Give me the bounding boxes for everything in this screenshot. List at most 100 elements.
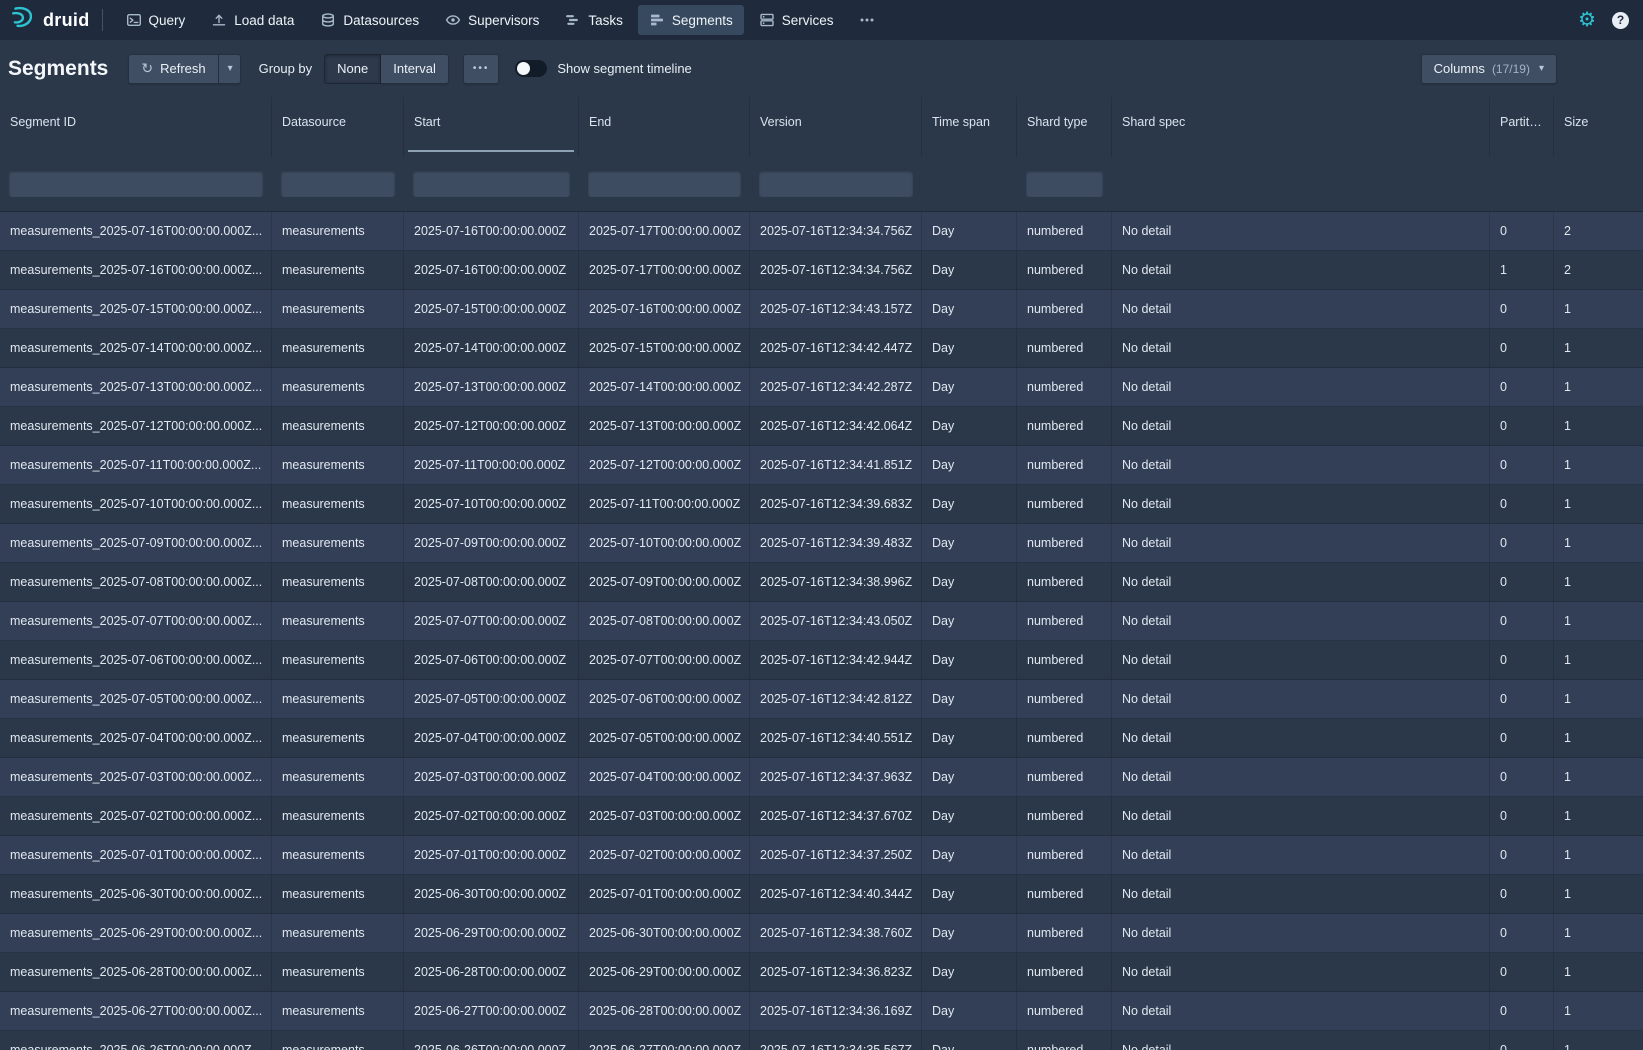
table-row[interactable]: measurements_2025-07-03T00:00:00.000Z...…: [0, 758, 1643, 797]
cell-end: 2025-07-17T00:00:00.000Z: [579, 212, 750, 250]
cell-shard-type: numbered: [1017, 836, 1112, 874]
nav-item-supervisors[interactable]: Supervisors: [434, 5, 550, 35]
filter-input-end[interactable]: [588, 171, 741, 197]
help-icon[interactable]: ?: [1612, 12, 1629, 29]
cell-version: 2025-07-16T12:34:39.683Z: [750, 485, 922, 523]
cell-time-span: Day: [922, 407, 1017, 445]
table-row[interactable]: measurements_2025-06-28T00:00:00.000Z...…: [0, 953, 1643, 992]
column-header-end[interactable]: End: [579, 97, 750, 157]
cell-segment-id: measurements_2025-07-15T00:00:00.000Z...: [0, 290, 272, 328]
table-row[interactable]: measurements_2025-07-02T00:00:00.000Z...…: [0, 797, 1643, 836]
cell-size: 1: [1554, 758, 1643, 796]
chevron-down-icon: ▾: [228, 63, 233, 74]
nav-item-label: Supervisors: [468, 13, 539, 28]
cell-shard-type: numbered: [1017, 290, 1112, 328]
nav-item-load-data[interactable]: Load data: [200, 5, 305, 35]
table-row[interactable]: measurements_2025-06-29T00:00:00.000Z...…: [0, 914, 1643, 953]
cell-shard-type: numbered: [1017, 953, 1112, 991]
druid-console-app: druid Query Load dataDatasources Superviso…: [0, 0, 1643, 1050]
segment-timeline-switch[interactable]: [515, 60, 547, 77]
nav-item-services[interactable]: Services: [748, 5, 845, 35]
column-header-start[interactable]: Start: [404, 97, 579, 157]
table-row[interactable]: measurements_2025-07-15T00:00:00.000Z...…: [0, 290, 1643, 329]
table-row[interactable]: measurements_2025-06-27T00:00:00.000Z...…: [0, 992, 1643, 1031]
druid-logo[interactable]: druid: [10, 5, 90, 35]
cell-start: 2025-07-05T00:00:00.000Z: [404, 680, 579, 718]
table-row[interactable]: measurements_2025-07-05T00:00:00.000Z...…: [0, 680, 1643, 719]
cell-size: 2: [1554, 251, 1643, 289]
filter-cell-time-span: [922, 157, 1017, 211]
nav-item-label: Services: [782, 13, 834, 28]
column-header-shard-type[interactable]: Shard type: [1017, 97, 1112, 157]
filter-cell-start: [404, 157, 579, 211]
table-row[interactable]: measurements_2025-07-04T00:00:00.000Z...…: [0, 719, 1643, 758]
table-row[interactable]: measurements_2025-07-11T00:00:00.000Z...…: [0, 446, 1643, 485]
cell-datasource: measurements: [272, 1031, 404, 1050]
group-by-option-interval[interactable]: Interval: [381, 54, 449, 84]
cell-partition: 0: [1490, 836, 1554, 874]
table-row[interactable]: measurements_2025-07-06T00:00:00.000Z...…: [0, 641, 1643, 680]
nav-item-datasources[interactable]: Datasources: [309, 5, 430, 35]
table-row[interactable]: measurements_2025-07-01T00:00:00.000Z...…: [0, 836, 1643, 875]
cell-time-span: Day: [922, 719, 1017, 757]
cell-start: 2025-06-28T00:00:00.000Z: [404, 953, 579, 991]
filter-input-shard-type[interactable]: [1026, 171, 1103, 197]
column-header-segment-id[interactable]: Segment ID: [0, 97, 272, 157]
column-header-time-span[interactable]: Time span: [922, 97, 1017, 157]
cell-end: 2025-06-28T00:00:00.000Z: [579, 992, 750, 1030]
table-row[interactable]: measurements_2025-07-08T00:00:00.000Z...…: [0, 563, 1643, 602]
filter-input-datasource[interactable]: [281, 171, 395, 197]
tasks-icon: [565, 12, 581, 28]
cell-start: 2025-07-04T00:00:00.000Z: [404, 719, 579, 757]
more-options-button[interactable]: •••: [463, 54, 500, 84]
filter-input-start[interactable]: [413, 171, 570, 197]
table-row[interactable]: measurements_2025-07-12T00:00:00.000Z...…: [0, 407, 1643, 446]
filter-input-version[interactable]: [759, 171, 913, 197]
page-title: Segments: [8, 57, 108, 81]
column-header-version[interactable]: Version: [750, 97, 922, 157]
refresh-button[interactable]: ↻ Refresh: [128, 54, 218, 84]
cell-partition: 0: [1490, 212, 1554, 250]
table-row[interactable]: measurements_2025-07-09T00:00:00.000Z...…: [0, 524, 1643, 563]
table-row[interactable]: measurements_2025-07-10T00:00:00.000Z...…: [0, 485, 1643, 524]
cell-shard-type: numbered: [1017, 602, 1112, 640]
column-header-partition[interactable]: Partition: [1490, 97, 1554, 157]
cell-version: 2025-07-16T12:34:38.760Z: [750, 914, 922, 952]
refresh-dropdown-button[interactable]: ▾: [219, 54, 241, 84]
cell-start: 2025-06-26T00:00:00.000Z: [404, 1031, 579, 1050]
cell-time-span: Day: [922, 563, 1017, 601]
filter-input-segment-id[interactable]: [9, 171, 263, 197]
table-row[interactable]: measurements_2025-07-16T00:00:00.000Z...…: [0, 251, 1643, 290]
nav-item-segments[interactable]: Segments: [638, 5, 744, 35]
cell-shard-spec: No detail: [1112, 407, 1490, 445]
cell-start: 2025-07-11T00:00:00.000Z: [404, 446, 579, 484]
cell-version: 2025-07-16T12:34:35.567Z: [750, 1031, 922, 1050]
table-row[interactable]: measurements_2025-07-13T00:00:00.000Z...…: [0, 368, 1643, 407]
cell-end: 2025-07-04T00:00:00.000Z: [579, 758, 750, 796]
settings-gear-icon[interactable]: ⚙: [1578, 10, 1596, 30]
cell-version: 2025-07-16T12:34:34.756Z: [750, 251, 922, 289]
column-header-datasource[interactable]: Datasource: [272, 97, 404, 157]
nav-item-more[interactable]: [848, 5, 886, 35]
filter-cell-end: [579, 157, 750, 211]
nav-item-tasks[interactable]: Tasks: [554, 5, 634, 35]
table-row[interactable]: measurements_2025-06-30T00:00:00.000Z...…: [0, 875, 1643, 914]
cell-shard-spec: No detail: [1112, 641, 1490, 679]
column-header-shard-spec[interactable]: Shard spec: [1112, 97, 1490, 157]
group-by-option-none[interactable]: None: [324, 54, 381, 84]
nav-item-query[interactable]: Query: [115, 5, 197, 35]
table-header-row: Segment IDDatasourceStartEndVersionTime …: [0, 97, 1643, 157]
table-row[interactable]: measurements_2025-07-16T00:00:00.000Z...…: [0, 212, 1643, 251]
table-row[interactable]: measurements_2025-07-07T00:00:00.000Z...…: [0, 602, 1643, 641]
cell-version: 2025-07-16T12:34:41.851Z: [750, 446, 922, 484]
columns-button[interactable]: Columns (17/19) ▾: [1421, 54, 1557, 84]
cell-size: 1: [1554, 368, 1643, 406]
cell-version: 2025-07-16T12:34:37.250Z: [750, 836, 922, 874]
nav-item-label: Query: [149, 13, 186, 28]
column-header-size[interactable]: Size: [1554, 97, 1643, 157]
group-by-label: Group by: [259, 61, 312, 76]
table-row[interactable]: measurements_2025-07-14T00:00:00.000Z...…: [0, 329, 1643, 368]
cell-shard-spec: No detail: [1112, 524, 1490, 562]
cell-datasource: measurements: [272, 797, 404, 835]
table-row[interactable]: measurements_2025-06-26T00:00:00.000Z...…: [0, 1031, 1643, 1050]
